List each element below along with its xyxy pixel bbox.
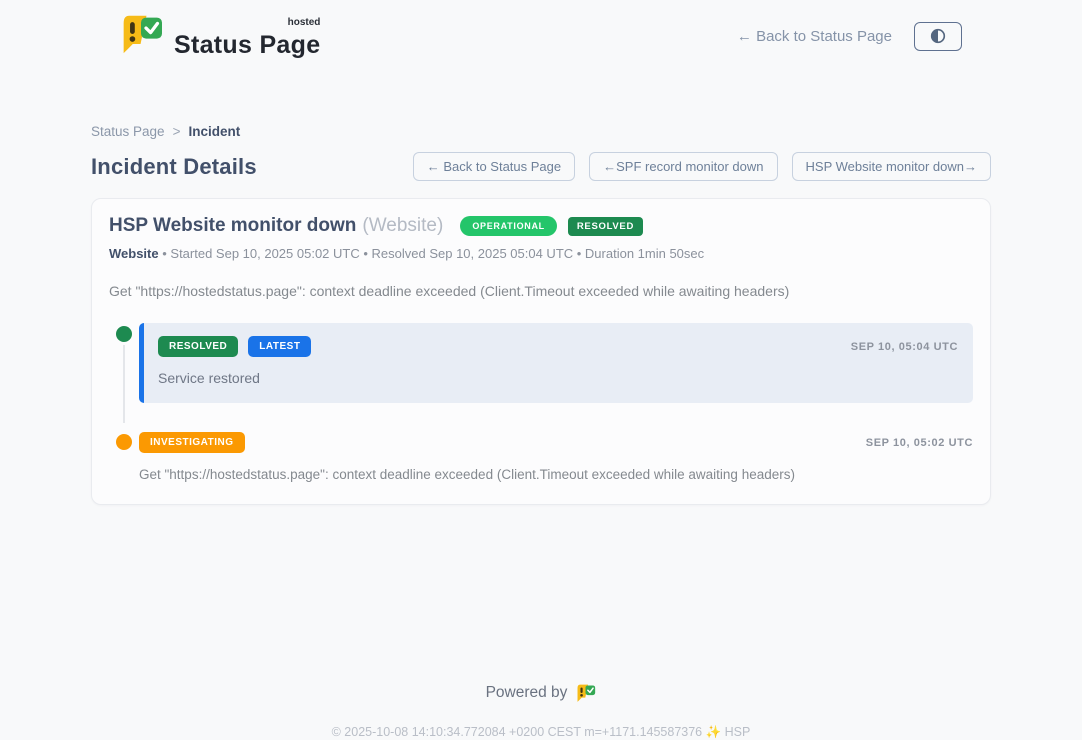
timeline-latest-update-box: RESOLVED LATEST SEP 10, 05:04 UTC Servic… — [139, 323, 973, 403]
copyright-text: © 2025-10-08 14:10:34.772084 +0200 CEST … — [91, 725, 991, 740]
incident-title: HSP Website monitor down — [109, 215, 356, 237]
timeline-update-content: INVESTIGATING SEP 10, 05:02 UTC Get "htt… — [139, 431, 973, 482]
brand-name: Status Page — [174, 31, 320, 59]
timeline-timestamp: SEP 10, 05:04 UTC — [851, 341, 958, 353]
timeline-message: Get "https://hostedstatus.page": context… — [139, 467, 973, 482]
brand-hosted-label: hosted — [288, 17, 321, 28]
header: hosted Status Page ← Back to Status Page — [0, 0, 1082, 58]
breadcrumb-incident: Incident — [188, 124, 240, 139]
timeline-dot-column — [109, 323, 139, 403]
incident-nav-buttons: ← Back to Status Page ←SPF record monito… — [413, 152, 991, 181]
breadcrumb-status-page[interactable]: Status Page — [91, 124, 165, 139]
operational-status-badge: OPERATIONAL — [460, 216, 557, 236]
back-to-status-page-button[interactable]: ← Back to Status Page — [413, 152, 575, 181]
breadcrumb-separator: > — [173, 124, 181, 139]
timeline-entry-head: INVESTIGATING SEP 10, 05:02 UTC — [139, 432, 973, 453]
theme-toggle-button[interactable] — [914, 22, 962, 51]
status-page-logo-icon — [118, 13, 164, 60]
timeline-entry-investigating: INVESTIGATING SEP 10, 05:02 UTC Get "htt… — [109, 431, 973, 482]
footer: Powered by © 2025-10-08 14:10:34.772084 … — [91, 683, 991, 740]
timeline-entry-resolved: RESOLVED LATEST SEP 10, 05:04 UTC Servic… — [109, 323, 973, 403]
prev-incident-button[interactable]: ←SPF record monitor down — [589, 152, 777, 181]
resolved-badge: RESOLVED — [158, 336, 238, 357]
incident-description: Get "https://hostedstatus.page": context… — [109, 283, 973, 299]
next-incident-button[interactable]: HSP Website monitor down→ — [792, 152, 991, 181]
investigating-badge: INVESTIGATING — [139, 432, 245, 453]
main-content: Status Page > Incident Incident Details … — [91, 124, 991, 740]
powered-by-row: Powered by — [91, 683, 991, 703]
timeline-message: Service restored — [158, 370, 958, 386]
incident-meta-times: • Started Sep 10, 2025 05:02 UTC • Resol… — [162, 246, 704, 261]
back-to-status-page-link[interactable]: ← Back to Status Page — [737, 28, 892, 45]
page-title: Incident Details — [91, 154, 257, 180]
timeline-entry-head: RESOLVED LATEST SEP 10, 05:04 UTC — [158, 336, 958, 357]
header-right: ← Back to Status Page — [737, 22, 962, 51]
resolved-dot-icon — [116, 326, 132, 342]
powered-by-label: Powered by — [486, 684, 568, 702]
brand-text: hosted Status Page — [174, 21, 320, 60]
latest-badge: LATEST — [248, 336, 311, 357]
powered-by-logo-icon[interactable] — [575, 683, 596, 703]
incident-timeline: RESOLVED LATEST SEP 10, 05:04 UTC Servic… — [109, 323, 973, 482]
incident-component: (Website) — [362, 215, 443, 237]
incident-card: HSP Website monitor down (Website) OPERA… — [91, 198, 991, 505]
incident-meta-component: Website — [109, 246, 159, 261]
resolved-state-badge: RESOLVED — [568, 217, 643, 236]
title-row: Incident Details ← Back to Status Page ←… — [91, 152, 991, 181]
incident-meta: Website • Started Sep 10, 2025 05:02 UTC… — [109, 246, 973, 261]
incident-card-header: HSP Website monitor down (Website) OPERA… — [109, 215, 973, 237]
investigating-dot-icon — [116, 434, 132, 450]
timeline-dot-column — [109, 431, 139, 482]
contrast-icon — [929, 27, 947, 45]
breadcrumb: Status Page > Incident — [91, 124, 991, 139]
brand-logo[interactable]: hosted Status Page — [118, 13, 320, 60]
timeline-timestamp: SEP 10, 05:02 UTC — [866, 437, 973, 449]
